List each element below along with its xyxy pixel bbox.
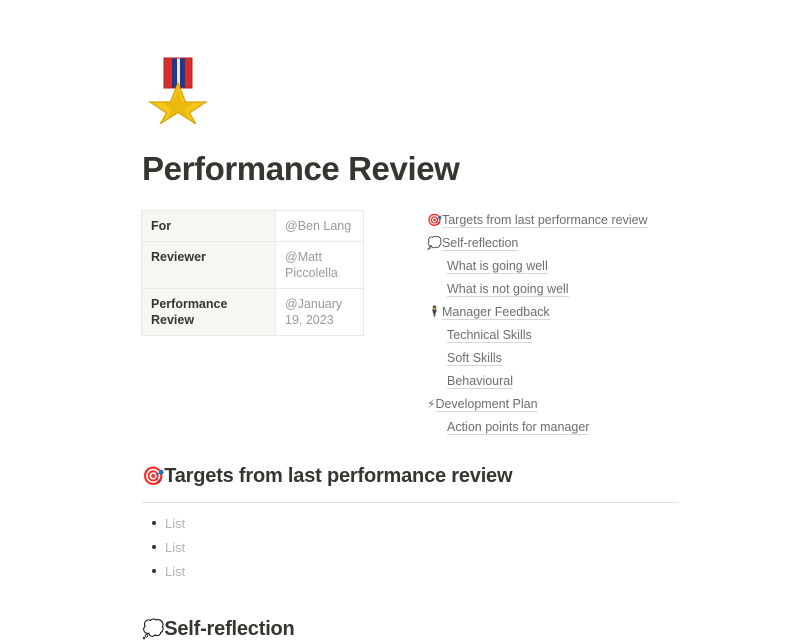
military-medal-icon[interactable] xyxy=(142,52,214,124)
toc-item-development-plan[interactable]: ⚡Development Plan xyxy=(427,393,677,416)
section-heading: 🎯Targets from last performance review xyxy=(142,463,678,490)
table-row: Performance Review @January 19, 2023 xyxy=(141,288,364,336)
section-targets: 🎯Targets from last performance review Li… xyxy=(142,463,678,587)
toc-item-label[interactable]: Action points for manager xyxy=(447,420,590,435)
thought-balloon-icon: 💭 xyxy=(427,236,442,250)
property-key: Performance Review xyxy=(141,288,276,336)
toc-item-technical-skills[interactable]: Technical Skills xyxy=(427,324,677,347)
thought-balloon-icon: 💭 xyxy=(142,619,165,640)
toc-item-what-is-going-well[interactable]: What is going well xyxy=(427,255,677,278)
table-row: Reviewer @Matt Piccolella xyxy=(141,241,364,289)
table-row: For @Ben Lang xyxy=(141,210,364,242)
targets-bullet-list: List List List xyxy=(142,515,678,580)
list-item[interactable]: List xyxy=(142,539,678,556)
dart-icon: 🎯 xyxy=(427,213,442,227)
toc-item-label[interactable]: Targets from last performance review xyxy=(441,213,648,228)
table-of-contents: 🎯Targets from last performance review 💭S… xyxy=(427,209,677,439)
divider xyxy=(142,502,678,503)
toc-item-label[interactable]: Soft Skills xyxy=(447,351,502,366)
property-value[interactable]: @January 19, 2023 xyxy=(275,288,364,336)
toc-item-what-is-not-going-well[interactable]: What is not going well xyxy=(427,278,677,301)
page-title: Performance Review xyxy=(142,150,460,187)
list-item[interactable]: List xyxy=(142,515,678,532)
toc-item-label[interactable]: Development Plan xyxy=(435,397,538,412)
toc-item-manager-feedback[interactable]: 🕴Manager Feedback xyxy=(427,301,677,324)
properties-table: For @Ben Lang Reviewer @Matt Piccolella … xyxy=(141,210,364,336)
person-in-suit-icon: 🕴 xyxy=(427,305,442,319)
toc-item-soft-skills[interactable]: Soft Skills xyxy=(427,347,677,370)
toc-item-label[interactable]: Manager Feedback xyxy=(441,305,550,320)
toc-item-label[interactable]: Self-reflection xyxy=(441,236,519,251)
property-key: Reviewer xyxy=(141,241,276,289)
dart-icon: 🎯 xyxy=(142,466,165,487)
toc-item-behavioural[interactable]: Behavioural xyxy=(427,370,677,393)
toc-item-self-reflection[interactable]: 💭Self-reflection xyxy=(427,232,677,255)
section-heading-label: Self-reflection xyxy=(164,618,295,640)
toc-item-label[interactable]: Technical Skills xyxy=(447,328,532,343)
toc-item-action-points-for-manager[interactable]: Action points for manager xyxy=(427,416,677,439)
list-item[interactable]: List xyxy=(142,563,678,580)
property-value[interactable]: @Ben Lang xyxy=(275,210,364,242)
property-value[interactable]: @Matt Piccolella xyxy=(275,241,364,289)
property-key: For xyxy=(141,210,276,242)
section-self-reflection: 💭Self-reflection xyxy=(142,616,678,643)
section-heading-label: Targets from last performance review xyxy=(164,465,513,487)
toc-item-targets[interactable]: 🎯Targets from last performance review xyxy=(427,209,677,232)
document-page: Performance Review For @Ben Lang Reviewe… xyxy=(0,0,794,642)
toc-item-label[interactable]: What is going well xyxy=(447,259,548,274)
toc-item-label[interactable]: What is not going well xyxy=(447,282,569,297)
section-heading: 💭Self-reflection xyxy=(142,616,678,643)
toc-item-label[interactable]: Behavioural xyxy=(447,374,514,389)
